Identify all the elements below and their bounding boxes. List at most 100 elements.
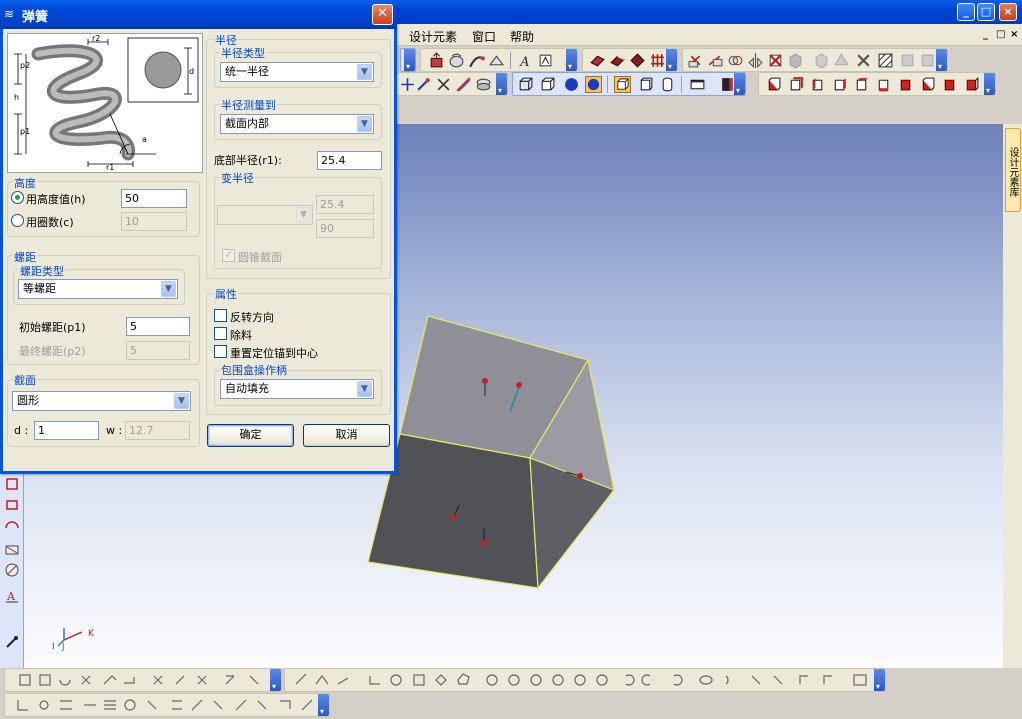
section-w-input[interactable]: 12.7	[125, 421, 190, 440]
ortho-cube-icon[interactable]	[637, 76, 654, 93]
anchor-point[interactable]	[450, 514, 456, 520]
hidden-line-cube-icon[interactable]	[539, 76, 556, 93]
section-d-input[interactable]: 1	[34, 421, 99, 440]
mdi-restore-button[interactable]: □	[996, 29, 1005, 40]
cut-solid-icon[interactable]	[687, 52, 704, 69]
maximize-button[interactable]: □	[977, 3, 995, 21]
realistic-shade-icon[interactable]	[585, 76, 602, 93]
chevron-down-icon[interactable]: ▼	[161, 281, 176, 297]
rect-sketch-icon[interactable]	[4, 476, 20, 492]
toolbar-grip[interactable]	[496, 73, 507, 95]
fillet-icon[interactable]	[609, 52, 626, 69]
remove-material-checkbox[interactable]	[214, 327, 227, 340]
anchor-point[interactable]	[516, 382, 522, 388]
toolbar-grip[interactable]	[734, 73, 745, 95]
reverse-direction-checkbox[interactable]	[214, 309, 227, 322]
menu-design-elements[interactable]: 设计元素	[409, 28, 457, 45]
tools-icon[interactable]	[855, 52, 872, 69]
perspective-cube-icon[interactable]	[614, 76, 631, 93]
loft-icon[interactable]	[488, 52, 505, 69]
move-icon[interactable]	[399, 76, 416, 93]
delete-face-icon[interactable]	[767, 52, 784, 69]
chevron-down-icon[interactable]: ▼	[357, 116, 372, 132]
extrude-icon[interactable]	[428, 52, 445, 69]
use-turns-radio[interactable]	[11, 214, 24, 227]
bbox-handle-select[interactable]: 自动填充 ▼	[220, 379, 374, 399]
line-sketch-icon[interactable]	[4, 542, 20, 558]
arc-sketch-icon[interactable]	[4, 518, 20, 534]
anchor-point[interactable]	[577, 473, 583, 479]
variable-radius-input-2[interactable]: 90	[316, 219, 374, 238]
toolbar-grip[interactable]	[666, 49, 677, 71]
scissors-icon[interactable]	[435, 76, 452, 93]
initial-pitch-input[interactable]: 5	[126, 317, 190, 336]
menu-help[interactable]: 帮助	[510, 28, 534, 45]
anchor-point[interactable]	[481, 540, 487, 546]
recenter-anchor-checkbox[interactable]	[214, 345, 227, 358]
close-button[interactable]: ×	[999, 3, 1017, 21]
section-shape-select[interactable]: 圆形 ▼	[12, 391, 191, 411]
menu-window[interactable]: 窗口	[472, 28, 496, 45]
toolbar-grip[interactable]	[984, 73, 995, 95]
pitch-type-select[interactable]: 等螺距 ▼	[18, 279, 178, 299]
chevron-down-icon[interactable]: ▼	[357, 381, 372, 397]
toolbar-grip[interactable]	[936, 49, 947, 71]
view-iso2-icon[interactable]	[919, 76, 936, 93]
circle-sketch-icon[interactable]	[4, 562, 20, 578]
text-icon[interactable]: A	[517, 52, 534, 69]
view-iso3-icon[interactable]	[941, 76, 958, 93]
dialog-title-bar[interactable]: ≋ 弹簧 ✕	[0, 0, 397, 29]
height-value-input[interactable]: 50	[121, 189, 187, 208]
split-solid-icon[interactable]	[707, 52, 724, 69]
view-window-icon[interactable]	[689, 76, 706, 93]
mdi-minimize-button[interactable]: _	[983, 29, 988, 40]
wireframe-cube-icon[interactable]	[517, 76, 534, 93]
design-library-tab[interactable]: 设计元素库	[1005, 128, 1021, 212]
smooth-icon[interactable]	[455, 76, 472, 93]
revolve-icon[interactable]	[448, 52, 465, 69]
chevron-down-icon[interactable]: ▼	[357, 64, 372, 80]
shell-icon[interactable]	[589, 52, 606, 69]
toolbar-grip[interactable]	[404, 49, 415, 71]
anchor-point[interactable]	[482, 378, 488, 384]
variable-radius-select[interactable]: ▼	[217, 205, 313, 225]
radius-measure-select[interactable]: 截面内部 ▼	[220, 114, 374, 134]
decal-icon[interactable]	[537, 52, 554, 69]
view-bottom-icon[interactable]	[875, 76, 892, 93]
mdi-close-button[interactable]: ×	[1010, 29, 1018, 40]
turns-value-input[interactable]: 10	[121, 212, 187, 231]
view-left-icon[interactable]	[809, 76, 826, 93]
minimize-button[interactable]: _	[957, 3, 975, 21]
toolbar-grip[interactable]	[566, 49, 577, 71]
final-pitch-input[interactable]: 5	[126, 341, 190, 360]
mirror-icon[interactable]	[747, 52, 764, 69]
dialog-close-button[interactable]: ✕	[372, 4, 393, 25]
layer-icon[interactable]	[475, 76, 492, 93]
hatch-icon[interactable]	[877, 52, 894, 69]
text-sketch-icon[interactable]: A	[4, 588, 20, 604]
boolean-icon[interactable]	[727, 52, 744, 69]
radius-type-select[interactable]: 统一半径 ▼	[220, 62, 374, 82]
view-iso-icon[interactable]	[897, 76, 914, 93]
bottom-radius-input[interactable]: 25.4	[317, 151, 382, 170]
cone-section-checkbox[interactable]	[222, 248, 235, 262]
chevron-down-icon[interactable]: ▼	[174, 393, 189, 409]
view-top-icon[interactable]	[853, 76, 870, 93]
edit-anchor-icon[interactable]	[415, 76, 432, 93]
view-back-icon[interactable]	[787, 76, 804, 93]
view-iso4-icon[interactable]	[963, 76, 980, 93]
cancel-button[interactable]: 取消	[303, 424, 390, 447]
smooth-shade-icon[interactable]	[563, 76, 580, 93]
pattern-icon[interactable]	[649, 52, 666, 69]
sweep-icon[interactable]	[468, 52, 485, 69]
eyedropper-icon[interactable]	[4, 634, 20, 650]
view-front-icon[interactable]	[765, 76, 782, 93]
ok-button[interactable]: 确定	[207, 424, 294, 447]
variable-radius-input-1[interactable]: 25.4	[316, 195, 374, 214]
use-height-radio[interactable]	[11, 191, 24, 204]
view-right-icon[interactable]	[831, 76, 848, 93]
chevron-down-icon[interactable]: ▼	[296, 207, 311, 223]
bottom-tool-icons[interactable]	[0, 668, 1022, 719]
chamfer-icon[interactable]	[629, 52, 646, 69]
cylinder-icon[interactable]	[659, 76, 676, 93]
